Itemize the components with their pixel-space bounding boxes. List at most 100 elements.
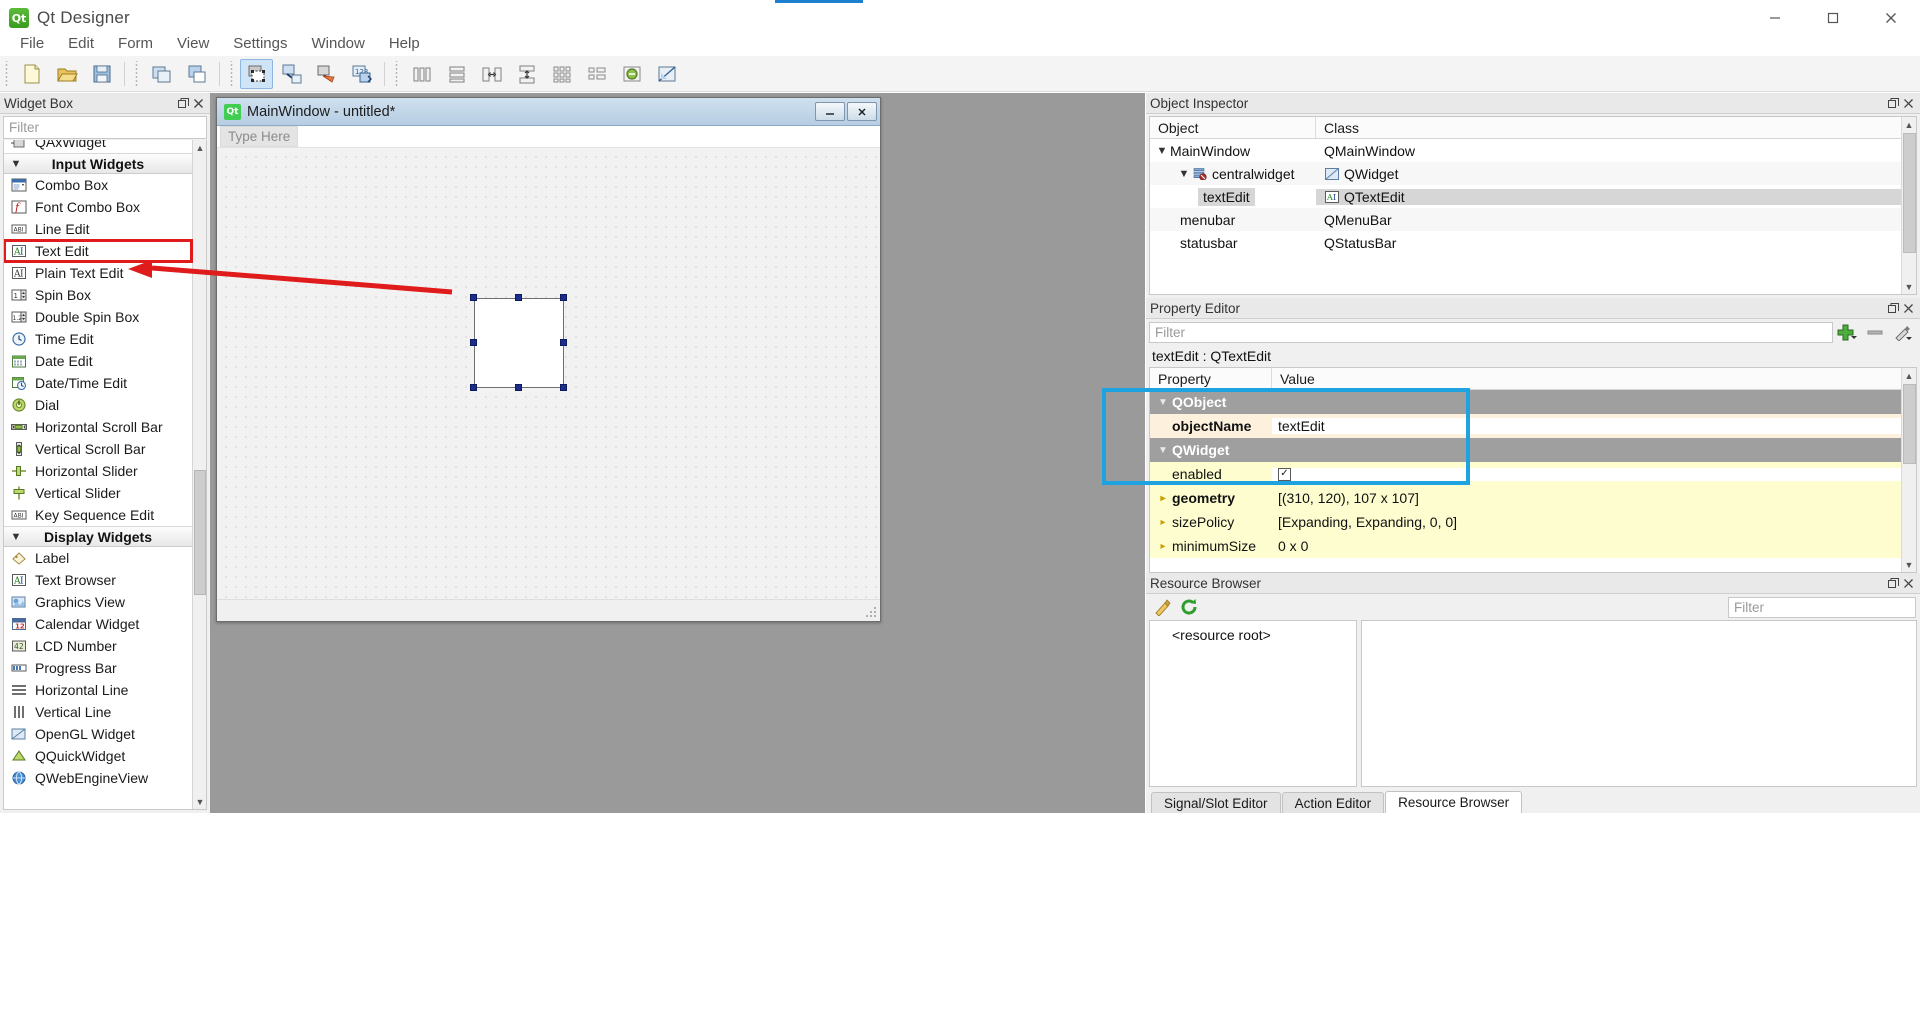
layout-in-form-button[interactable] (580, 59, 613, 89)
resource-browser-filter-input[interactable] (1729, 597, 1915, 617)
resize-handle-middle-left[interactable] (470, 339, 477, 346)
property-editor-close-button[interactable] (1901, 301, 1916, 316)
form-minimize-button[interactable] (815, 102, 845, 121)
menu-view[interactable]: View (165, 33, 221, 54)
resize-handle-top-right[interactable] (560, 294, 567, 301)
edit-resources-button[interactable] (1150, 596, 1176, 618)
property-value[interactable]: textEdit (1278, 418, 1325, 434)
object-row-mainwindow[interactable]: ▼ MainWindow QMainWindow (1150, 139, 1916, 162)
layout-horizontally-button[interactable] (405, 59, 438, 89)
chevron-down-icon[interactable]: ▼ (1154, 445, 1172, 456)
scroll-up-arrow-icon[interactable]: ▲ (1902, 368, 1916, 383)
layout-vertically-button[interactable] (440, 59, 473, 89)
form-canvas[interactable] (217, 148, 880, 599)
widget-box-list[interactable]: QAxWidget ▼ Input Widgets Combo Box f Fo… (3, 140, 207, 810)
property-group-qobject[interactable]: ▼ QObject (1150, 390, 1916, 414)
form-close-button[interactable] (847, 102, 877, 121)
resize-handle-bottom-left[interactable] (470, 384, 477, 391)
menu-settings[interactable]: Settings (221, 33, 299, 54)
resource-browser-float-button[interactable] (1886, 576, 1901, 591)
menu-edit[interactable]: Edit (56, 33, 106, 54)
form-menubar[interactable]: Type Here (217, 126, 880, 148)
edit-widgets-button[interactable] (240, 58, 273, 89)
property-editor-table[interactable]: Property Value ▼ QObject objectName text… (1149, 367, 1917, 573)
column-header-value[interactable]: Value (1272, 368, 1916, 389)
widget-item-qquickwidget[interactable]: QQuickWidget (4, 745, 192, 767)
widget-category-display-widgets[interactable]: ▼ Display Widgets (4, 526, 192, 547)
toolbar-grip-4[interactable] (393, 60, 401, 87)
toolbar-grip[interactable] (3, 60, 11, 87)
resource-browser-close-button[interactable] (1901, 576, 1916, 591)
property-value[interactable]: [(310, 120), 107 x 107] (1278, 490, 1419, 506)
object-inspector-close-button[interactable] (1901, 96, 1916, 111)
object-row-menubar[interactable]: menubar QMenuBar (1150, 208, 1916, 231)
property-editor-filter-input[interactable] (1150, 322, 1832, 342)
property-row-geometry[interactable]: ▸ geometry [(310, 120), 107 x 107] (1150, 486, 1916, 510)
object-row-textedit[interactable]: textEdit AI QTextEdit (1150, 185, 1916, 208)
column-header-class[interactable]: Class (1316, 117, 1916, 138)
design-area[interactable]: Qt MainWindow - untitled* Type Here (210, 93, 1145, 813)
menu-file[interactable]: File (8, 33, 56, 54)
resize-handle-top-center[interactable] (515, 294, 522, 301)
widget-item-horizontal-slider[interactable]: Horizontal Slider (4, 460, 192, 482)
object-inspector-scrollbar[interactable]: ▲ ▼ (1901, 117, 1916, 294)
add-property-button[interactable] (1833, 320, 1861, 344)
widget-item-lcd-number[interactable]: 42 LCD Number (4, 635, 192, 657)
widget-item-vertical-scroll-bar[interactable]: Vertical Scroll Bar (4, 438, 192, 460)
property-row-minimumsize[interactable]: ▸ minimumSize 0 x 0 (1150, 534, 1916, 558)
widget-item-graphics-view[interactable]: Graphics View (4, 591, 192, 613)
widget-item-double-spin-box[interactable]: 1.2 Double Spin Box (4, 306, 192, 328)
scroll-thumb[interactable] (1903, 384, 1916, 464)
widget-item-spin-box[interactable]: 1 Spin Box (4, 284, 192, 306)
placed-text-edit-widget[interactable] (474, 298, 564, 388)
resource-browser-filter[interactable] (1728, 596, 1916, 618)
widget-item-key-sequence-edit[interactable]: ABI Key Sequence Edit (4, 504, 192, 526)
column-header-property[interactable]: Property (1150, 368, 1272, 389)
menu-help[interactable]: Help (377, 33, 432, 54)
toolbar-grip-2[interactable] (133, 60, 141, 87)
break-layout-button[interactable] (615, 59, 648, 89)
edit-signals-slots-button[interactable] (275, 59, 308, 89)
reload-resources-button[interactable] (1176, 596, 1202, 618)
scroll-thumb[interactable] (1903, 133, 1916, 253)
widget-item-vertical-line[interactable]: Vertical Line (4, 701, 192, 723)
scroll-up-arrow-icon[interactable]: ▲ (193, 140, 206, 155)
enabled-checkbox[interactable]: ✓ (1278, 467, 1291, 481)
object-inspector-tree[interactable]: Object Class ▼ MainWindow QMainWindow ▼ (1149, 116, 1917, 295)
widget-item-date-edit[interactable]: Date Edit (4, 350, 192, 372)
widget-box-filter-input[interactable] (4, 117, 206, 138)
property-group-qwidget[interactable]: ▼ QWidget (1150, 438, 1916, 462)
property-editor-filter[interactable] (1149, 321, 1833, 343)
object-inspector-float-button[interactable] (1886, 96, 1901, 111)
scroll-up-arrow-icon[interactable]: ▲ (1902, 117, 1916, 132)
chevron-down-icon[interactable]: ▼ (1176, 168, 1192, 180)
menu-form[interactable]: Form (106, 33, 165, 54)
widget-item-qaxwidget[interactable]: QAxWidget (4, 140, 192, 153)
layout-in-splitter-h-button[interactable] (475, 59, 508, 89)
resize-handle-bottom-center[interactable] (515, 384, 522, 391)
widget-item-text-edit[interactable]: AI Text Edit (4, 239, 193, 263)
scroll-down-arrow-icon[interactable]: ▼ (193, 794, 206, 809)
chevron-down-icon[interactable]: ▼ (1154, 397, 1172, 408)
form-window[interactable]: Qt MainWindow - untitled* Type Here (216, 97, 881, 622)
tab-action-editor[interactable]: Action Editor (1281, 792, 1385, 813)
adjust-size-button[interactable] (650, 59, 683, 89)
undo-button[interactable] (145, 59, 178, 89)
widget-box-scrollbar[interactable]: ▲ ▼ (192, 140, 206, 809)
scroll-down-arrow-icon[interactable]: ▼ (1902, 279, 1916, 294)
property-row-sizepolicy[interactable]: ▸ sizePolicy [Expanding, Expanding, 0, 0… (1150, 510, 1916, 534)
widget-box-filter[interactable] (3, 116, 207, 139)
new-form-button[interactable] (15, 59, 48, 89)
column-header-object[interactable]: Object (1150, 117, 1316, 138)
resize-handle-top-left[interactable] (470, 294, 477, 301)
resize-grip-icon[interactable] (864, 605, 877, 618)
property-row-enabled[interactable]: enabled ✓ (1150, 462, 1916, 486)
open-form-button[interactable] (50, 59, 83, 89)
object-row-centralwidget[interactable]: ▼ centralwidget QWidget (1150, 162, 1916, 185)
widget-item-qwebengineview[interactable]: QWebEngineView (4, 767, 192, 789)
widget-item-text-browser[interactable]: AI Text Browser (4, 569, 192, 591)
widget-item-line-edit[interactable]: ABI Line Edit (4, 218, 192, 240)
property-editor-scrollbar[interactable]: ▲ ▼ (1901, 368, 1916, 572)
widget-item-opengl-widget[interactable]: OpenGL Widget (4, 723, 192, 745)
edit-buddies-button[interactable] (310, 59, 343, 89)
